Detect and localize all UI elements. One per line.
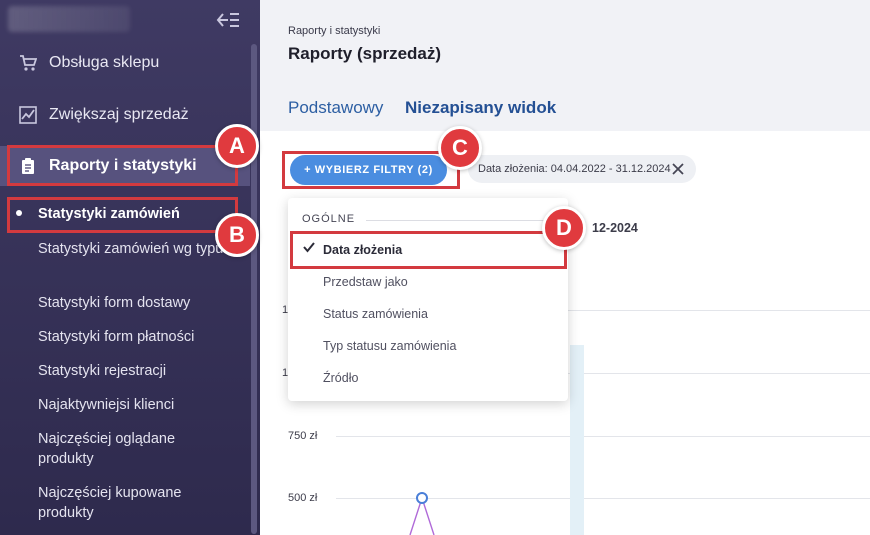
sidebar-subitem-payment-stats[interactable]: Statystyki form płatności bbox=[38, 327, 228, 347]
sidebar-header bbox=[0, 0, 260, 38]
sidebar-item-shop-service[interactable]: Obsługa sklepu bbox=[0, 43, 250, 83]
chart-date-range: 12-2024 bbox=[592, 221, 638, 235]
sidebar-subitem-delivery-stats[interactable]: Statystyki form dostawy bbox=[38, 293, 228, 313]
collapse-sidebar-icon[interactable] bbox=[216, 10, 240, 30]
filters-dropdown: OGÓLNE Data złożenia Przedstaw jako Stat… bbox=[288, 198, 568, 401]
dropdown-item-source[interactable]: Źródło bbox=[323, 371, 358, 385]
sidebar-item-label: Zwiększaj sprzedaż bbox=[49, 106, 189, 123]
tab-unsaved-view[interactable]: Niezapisany widok bbox=[405, 98, 556, 118]
tab-basic[interactable]: Podstawowy bbox=[288, 98, 383, 118]
divider bbox=[366, 220, 556, 221]
highlight-box-d bbox=[290, 231, 567, 269]
highlight-box-a bbox=[7, 145, 238, 186]
date-filter-chip-label: Data złożenia: 04.04.2022 - 31.12.2024 bbox=[478, 163, 671, 175]
sidebar-item-increase-sales[interactable]: Zwiększaj sprzedaż bbox=[0, 95, 250, 135]
page-title: Raporty (sprzedaż) bbox=[288, 44, 442, 63]
annotation-badge-d: D bbox=[542, 206, 586, 250]
close-icon[interactable] bbox=[670, 161, 686, 177]
data-point[interactable] bbox=[416, 492, 428, 504]
sidebar-subitem-most-bought[interactable]: Najczęściej kupowane produkty bbox=[38, 483, 228, 523]
chart-icon bbox=[18, 105, 38, 125]
store-logo bbox=[8, 6, 130, 32]
sidebar-subitem-active-clients[interactable]: Najaktywniejsi klienci bbox=[38, 395, 228, 415]
highlight-box-c bbox=[282, 151, 460, 189]
sidebar-subitem-registration-stats[interactable]: Statystyki rejestracji bbox=[38, 361, 228, 381]
dropdown-item-status-type[interactable]: Typ statusu zamówienia bbox=[323, 339, 456, 353]
dropdown-item-present-as[interactable]: Przedstaw jako bbox=[323, 275, 408, 289]
annotation-badge-c: C bbox=[438, 126, 482, 170]
sidebar-subitem-order-stats-by-type[interactable]: Statystyki zamówień wg typu bbox=[38, 239, 228, 259]
date-filter-chip[interactable]: Data złożenia: 04.04.2022 - 31.12.2024 bbox=[468, 155, 696, 183]
annotation-badge-b: B bbox=[215, 213, 259, 257]
dropdown-item-order-status[interactable]: Status zamówienia bbox=[323, 307, 428, 321]
sidebar-scrollbar[interactable] bbox=[251, 44, 257, 534]
annotation-badge-a: A bbox=[215, 124, 259, 168]
sidebar-item-label: Obsługa sklepu bbox=[49, 54, 160, 71]
sidebar: Obsługa sklepu Zwiększaj sprzedaż Raport… bbox=[0, 0, 260, 535]
cart-icon bbox=[18, 53, 38, 73]
highlight-box-b bbox=[7, 197, 238, 233]
breadcrumb[interactable]: Raporty i statystyki bbox=[288, 25, 380, 37]
sidebar-subitem-most-viewed[interactable]: Najczęściej oglądane produkty bbox=[38, 429, 228, 469]
dropdown-section-title: OGÓLNE bbox=[302, 213, 356, 225]
